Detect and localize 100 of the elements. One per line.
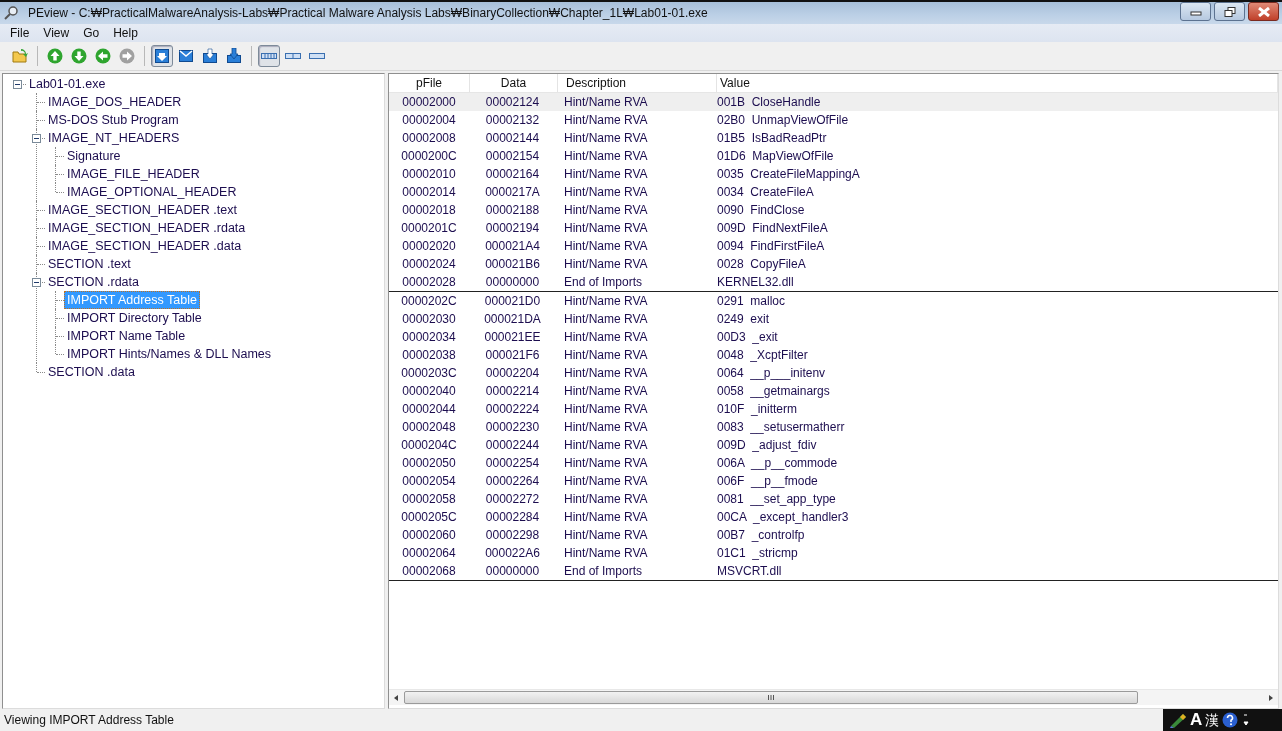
- restore-icon: [1223, 6, 1236, 17]
- scrollbar-thumb[interactable]: [404, 691, 1138, 704]
- table-cell-text: 01D6 MapViewOfFile: [716, 148, 835, 165]
- menu-item[interactable]: Go: [76, 26, 107, 40]
- table-cell-text: 000021A4: [484, 238, 541, 255]
- grip-icon: [767, 694, 775, 701]
- options-icon[interactable]: [1241, 712, 1250, 728]
- tree-item[interactable]: IMAGE_DOS_HEADER: [45, 93, 185, 111]
- tree-item[interactable]: IMAGE_SECTION_HEADER .data: [45, 237, 245, 255]
- status-text: Viewing IMPORT Address Table: [3, 713, 174, 727]
- table-cell-text: Hint/Name RVA: [563, 329, 649, 346]
- table-row[interactable]: 00002040 00002214 Hint/Name RVA 0058 __getmainargs: [389, 382, 1278, 400]
- expand-toggle-button[interactable]: [13, 80, 22, 89]
- table-row[interactable]: 00002010 00002164 Hint/Name RVA 0035 CreateFileMappingA: [389, 165, 1278, 183]
- table-cell-text: 00002050: [401, 455, 457, 472]
- restore-button[interactable]: [1214, 2, 1245, 21]
- table-row[interactable]: 00002000 00002124 Hint/Name RVA 001B CloseHandle: [389, 93, 1278, 111]
- table-row[interactable]: 0000205C 00002284 Hint/Name RVA 00CA _except_handler3: [389, 508, 1278, 526]
- table-cell-text: Hint/Name RVA: [563, 509, 649, 526]
- table-cell-text: 00CA _except_handler3: [716, 509, 850, 526]
- tree-item[interactable]: IMAGE_OPTIONAL_HEADER: [64, 183, 240, 201]
- table-row[interactable]: 00002014 0000217A Hint/Name RVA 0034 CreateFileA: [389, 183, 1278, 201]
- table-cell-text: 0034 CreateFileA: [716, 184, 815, 201]
- table-row[interactable]: 00002018 00002188 Hint/Name RVA 0090 FindClose: [389, 201, 1278, 219]
- tree-item[interactable]: IMAGE_SECTION_HEADER .rdata: [45, 219, 249, 237]
- table-row[interactable]: 00002024 000021B6 Hint/Name RVA 0028 CopyFileA: [389, 255, 1278, 273]
- table-cell-text: 009D FindNextFileA: [716, 220, 829, 237]
- table-cell-text: 0081 __set_app_type: [716, 491, 837, 508]
- tree-item[interactable]: Signature: [64, 147, 124, 165]
- tree-item[interactable]: MS-DOS Stub Program: [45, 111, 182, 129]
- expand-toggle-button[interactable]: [32, 134, 41, 143]
- table-cell-text: 0064 __p___initenv: [716, 365, 827, 382]
- table-row[interactable]: 0000204C 00002244 Hint/Name RVA 009D _adjust_fdiv: [389, 436, 1278, 454]
- scroll-right-icon[interactable]: [1266, 693, 1274, 702]
- column-header[interactable]: Data: [470, 74, 558, 92]
- tree-item[interactable]: SECTION .rdata: [45, 273, 142, 291]
- table-row[interactable]: 00002044 00002224 Hint/Name RVA 010F _initterm: [389, 400, 1278, 418]
- column-header[interactable]: pFile: [389, 74, 470, 92]
- tree-item[interactable]: SECTION .text: [45, 255, 134, 273]
- table-cell-text: 0083 __setusermatherr: [716, 419, 846, 436]
- table-row[interactable]: 0000203C 00002204 Hint/Name RVA 0064 __p___initenv: [389, 364, 1278, 382]
- table-cell-text: 0000205C: [400, 509, 458, 526]
- tree-item[interactable]: IMPORT Name Table: [64, 327, 189, 345]
- table-row[interactable]: 00002050 00002254 Hint/Name RVA 006A __p__commode: [389, 454, 1278, 472]
- pencil-icon[interactable]: [1169, 712, 1187, 728]
- table-row[interactable]: 0000202C 000021D0 Hint/Name RVA 0291 malloc: [389, 292, 1278, 310]
- table-cell-text: Hint/Name RVA: [563, 491, 649, 508]
- table-cell-text: 0000201C: [400, 220, 458, 237]
- table-row[interactable]: 00002008 00002144 Hint/Name RVA 01B5 IsBadReadPtr: [389, 129, 1278, 147]
- table-row[interactable]: 00002060 00002298 Hint/Name RVA 00B7 _controlfp: [389, 526, 1278, 544]
- menu-item[interactable]: View: [36, 26, 77, 40]
- arrow-circle-icon: [119, 48, 135, 64]
- table-cell-text: 0291 malloc: [716, 293, 787, 310]
- table-row[interactable]: 00002058 00002272 Hint/Name RVA 0081 __set_app_type: [389, 490, 1278, 508]
- table-cell-text: 00002230: [484, 419, 541, 436]
- language-mode-button[interactable]: A: [1190, 712, 1203, 728]
- table-cell-text: 000022A6: [484, 545, 541, 562]
- layout-toggle-button[interactable]: [258, 45, 280, 67]
- table-row[interactable]: 00002068 00000000 End of Imports MSVCRT.dll: [389, 562, 1278, 580]
- tree-item[interactable]: IMPORT Hints/Names & DLL Names: [64, 345, 274, 363]
- table-cell-text: 0058 __getmainargs: [716, 383, 831, 400]
- table-row[interactable]: 00002054 00002264 Hint/Name RVA 006F __p__fmode: [389, 472, 1278, 490]
- tree-item[interactable]: IMAGE_SECTION_HEADER .text: [45, 201, 240, 219]
- table-cell-text: 00002014: [401, 184, 457, 201]
- table-cell-text: 000021B6: [484, 256, 541, 273]
- table-row[interactable]: 0000200C 00002154 Hint/Name RVA 01D6 MapViewOfFile: [389, 147, 1278, 165]
- table-cell-text: 0035 CreateFileMappingA: [716, 166, 861, 183]
- table-cell-text: 00002008: [401, 130, 457, 147]
- menu-item[interactable]: File: [3, 26, 37, 40]
- expand-toggle-button[interactable]: [32, 278, 41, 287]
- close-button[interactable]: [1248, 2, 1279, 21]
- tree-item[interactable]: SECTION .data: [45, 363, 138, 381]
- table-row[interactable]: 00002038 000021F6 Hint/Name RVA 0048 _XcptFilter: [389, 346, 1278, 364]
- table-cell-text: 00002028: [401, 274, 457, 291]
- table-cell-text: 00002068: [401, 563, 457, 580]
- table-row[interactable]: 00002030 000021DA Hint/Name RVA 0249 exit: [389, 310, 1278, 328]
- table-row[interactable]: 00002028 00000000 End of Imports KERNEL32.dll: [389, 273, 1278, 291]
- help-icon[interactable]: [1222, 712, 1239, 728]
- table-row[interactable]: 0000201C 00002194 Hint/Name RVA 009D FindNextFileA: [389, 219, 1278, 237]
- menu-item[interactable]: Help: [106, 26, 145, 40]
- minimize-button[interactable]: [1180, 2, 1211, 21]
- table-cell-text: 00002044: [401, 401, 457, 418]
- column-header[interactable]: Description: [558, 74, 717, 92]
- table-cell-text: Hint/Name RVA: [563, 347, 649, 364]
- scroll-left-icon[interactable]: [393, 693, 401, 702]
- table-row[interactable]: 00002064 000022A6 Hint/Name RVA 01C1 _stricmp: [389, 544, 1278, 562]
- table-row[interactable]: 00002048 00002230 Hint/Name RVA 0083 __setusermatherr: [389, 418, 1278, 436]
- tree-item[interactable]: Lab01-01.exe: [26, 75, 109, 93]
- table-row[interactable]: 00002034 000021EE Hint/Name RVA 00D3 _exit: [389, 328, 1278, 346]
- view-toggle-button[interactable]: [151, 45, 173, 67]
- horizontal-scrollbar[interactable]: [389, 689, 1278, 705]
- tree-item[interactable]: IMAGE_FILE_HEADER: [64, 165, 203, 183]
- column-header[interactable]: Value: [717, 74, 1278, 92]
- table-row[interactable]: 00002020 000021A4 Hint/Name RVA 0094 FindFirstFileA: [389, 237, 1278, 255]
- tree-item[interactable]: IMAGE_NT_HEADERS: [45, 129, 183, 147]
- language-mode-button[interactable]: 漢: [1205, 712, 1220, 728]
- table-cell-text: 00002018: [401, 202, 457, 219]
- table-row[interactable]: 00002004 00002132 Hint/Name RVA 02B0 UnmapViewOfFile: [389, 111, 1278, 129]
- tree-item[interactable]: IMPORT Directory Table: [64, 309, 205, 327]
- table-cell-text: 00000000: [484, 274, 541, 291]
